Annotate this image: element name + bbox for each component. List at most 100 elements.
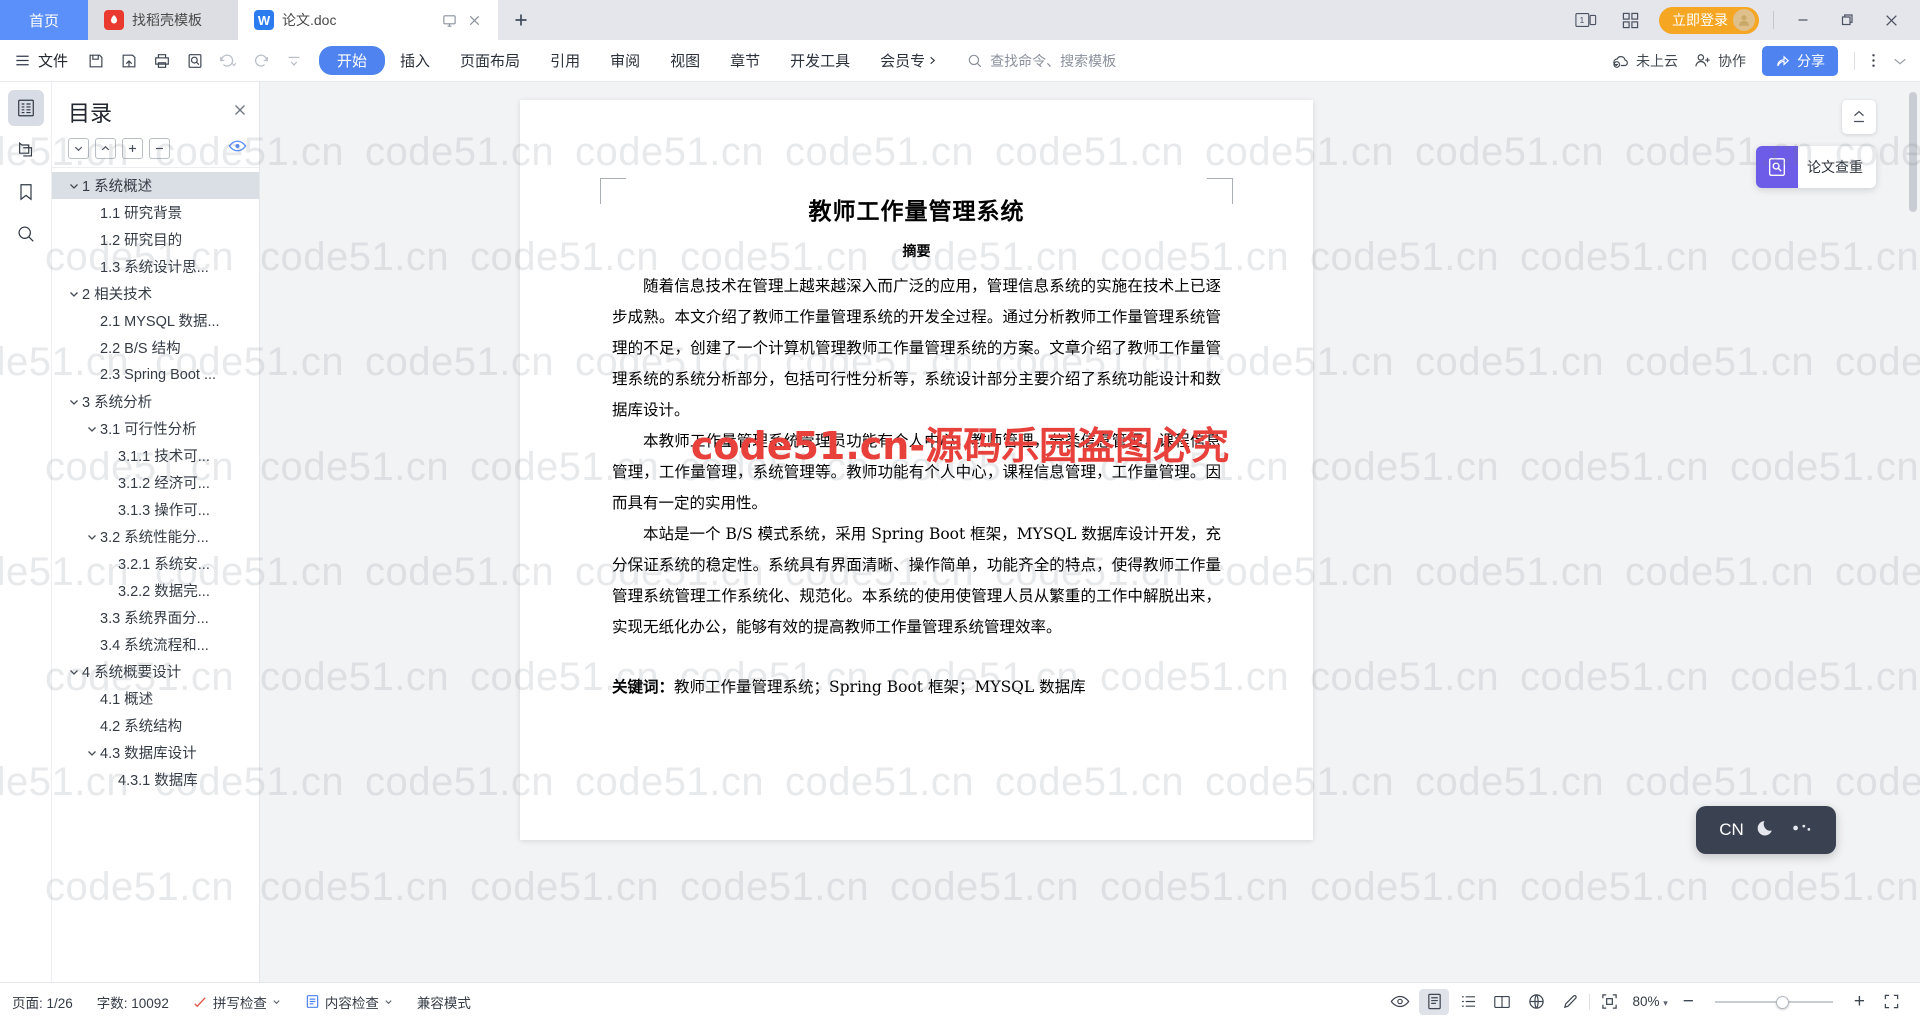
tab-sections[interactable]: 章节 [715, 46, 775, 75]
chevron-down-icon[interactable] [84, 747, 100, 759]
zoom-slider-knob[interactable] [1776, 995, 1790, 1009]
toc-item[interactable]: 3.2.1 系统安... [52, 550, 259, 577]
toc-expand-down-icon[interactable] [68, 138, 89, 159]
toc-item[interactable]: 2.1 MYSQL 数据... [52, 307, 259, 334]
save-as-icon[interactable] [113, 46, 144, 76]
share-button[interactable]: 分享 [1762, 45, 1838, 76]
edit-pen-icon[interactable] [1555, 989, 1585, 1015]
chevron-down-icon[interactable] [84, 531, 100, 543]
tab-docer-template[interactable]: 找稻壳模板 [88, 0, 238, 40]
undo-icon[interactable] [212, 46, 243, 76]
chevron-down-icon[interactable] [66, 288, 82, 300]
maximize-button[interactable] [1832, 5, 1862, 35]
toc-collapse-up-icon[interactable] [95, 138, 116, 159]
toc-item[interactable]: 1.2 研究目的 [52, 226, 259, 253]
grid-view-icon[interactable] [1615, 5, 1645, 35]
collapse-ribbon-button[interactable] [1892, 54, 1908, 68]
chevron-down-icon[interactable] [84, 423, 100, 435]
toc-add-level-icon[interactable] [122, 138, 143, 159]
toc-item[interactable]: 3.3 系统界面分... [52, 604, 259, 631]
spell-check-button[interactable]: 拼写检查 [181, 992, 293, 1012]
tab-page-layout[interactable]: 页面布局 [445, 46, 535, 75]
content-check-button[interactable]: 内容检查 [293, 992, 405, 1012]
search-command-box[interactable]: 查找命令、搜索模板 [967, 51, 1116, 71]
redo-icon[interactable] [245, 46, 276, 76]
toc-item[interactable]: 1.1 研究背景 [52, 199, 259, 226]
file-menu-button[interactable]: 文件 [0, 50, 78, 71]
toc-item[interactable]: 4.3 数据库设计 [52, 739, 259, 766]
fit-page-icon[interactable] [1594, 989, 1624, 1015]
chevron-down-icon[interactable] [66, 180, 82, 192]
save-icon[interactable] [80, 46, 111, 76]
tab-close-icon[interactable] [467, 13, 482, 28]
cloud-status-button[interactable]: 未上云 [1612, 51, 1678, 71]
toc-item[interactable]: 3.1.1 技术可... [52, 442, 259, 469]
print-preview-icon[interactable] [179, 46, 210, 76]
ime-indicator[interactable]: CN [1696, 806, 1836, 854]
page-view-icon[interactable] [1419, 988, 1450, 1015]
toc-close-icon[interactable] [233, 102, 247, 122]
more-options-button[interactable] [1871, 52, 1876, 69]
page-nav-button[interactable] [1842, 100, 1876, 134]
new-tab-button[interactable] [498, 0, 544, 40]
toc-list[interactable]: 1 系统概述 1.1 研究背景 1.2 研究目的 1.3 系统设计思... 2 相关技术… [52, 167, 259, 982]
chevron-down-icon[interactable] [66, 666, 82, 678]
print-icon[interactable] [146, 46, 177, 76]
zoom-slider[interactable] [1714, 995, 1833, 1009]
document-page[interactable]: 教师工作量管理系统 摘要 随着信息技术在管理上越来越深入而广泛的应用，管理信息系… [520, 100, 1313, 840]
tab-home[interactable]: 首页 [0, 0, 88, 40]
multi-screen-icon[interactable]: 1 [1571, 5, 1601, 35]
toc-item[interactable]: 3 系统分析 [52, 388, 259, 415]
rail-bookmark-icon[interactable] [8, 174, 44, 210]
toc-item[interactable]: 3.4 系统流程和... [52, 631, 259, 658]
rail-toc-icon[interactable] [7, 90, 44, 126]
ime-dots-icon[interactable] [1791, 821, 1813, 839]
toc-item[interactable]: 3.1.2 经济可... [52, 469, 259, 496]
tab-developer-tools[interactable]: 开发工具 [775, 46, 865, 75]
vertical-scrollbar[interactable] [1909, 92, 1917, 212]
toc-item[interactable]: 3.1.3 操作可... [52, 496, 259, 523]
chevron-down-icon[interactable] [66, 396, 82, 408]
toc-item[interactable]: 2.3 Spring Boot ... [52, 361, 259, 388]
zoom-level-label[interactable]: 80% ▾ [1628, 994, 1671, 1009]
toc-item[interactable]: 4.2 系统结构 [52, 712, 259, 739]
outline-view-icon[interactable] [1453, 989, 1483, 1015]
tab-review[interactable]: 审阅 [595, 46, 655, 75]
tab-references[interactable]: 引用 [535, 46, 595, 75]
review-eye-icon[interactable] [1385, 989, 1415, 1015]
tab-document[interactable]: W 论文.doc [238, 0, 498, 40]
tab-present-icon[interactable] [442, 13, 457, 28]
toc-item[interactable]: 4 系统概要设计 [52, 658, 259, 685]
tab-start[interactable]: 开始 [319, 46, 386, 75]
document-canvas[interactable]: 教师工作量管理系统 摘要 随着信息技术在管理上越来越深入而广泛的应用，管理信息系… [260, 82, 1920, 982]
toc-item-label: 2 相关技术 [82, 287, 153, 303]
rail-search-icon[interactable] [8, 216, 44, 252]
toc-item[interactable]: 4.3.1 数据库 [52, 766, 259, 793]
tab-vip-exclusive[interactable]: 会员专 [865, 46, 953, 75]
rail-thumbnail-icon[interactable] [8, 132, 44, 168]
toc-eye-icon[interactable] [228, 139, 247, 158]
toc-item[interactable]: 4.1 概述 [52, 685, 259, 712]
close-button[interactable] [1876, 5, 1906, 35]
toc-item[interactable]: 3.2 系统性能分... [52, 523, 259, 550]
moon-icon[interactable] [1757, 817, 1778, 843]
zoom-in-button[interactable]: + [1847, 991, 1872, 1013]
tab-view[interactable]: 视图 [655, 46, 715, 75]
toc-item[interactable]: 3.1 可行性分析 [52, 415, 259, 442]
read-view-icon[interactable] [1487, 989, 1517, 1015]
login-button[interactable]: 立即登录 [1659, 6, 1759, 34]
toc-item[interactable]: 1.3 系统设计思... [52, 253, 259, 280]
toc-item[interactable]: 2 相关技术 [52, 280, 259, 307]
zoom-out-button[interactable]: − [1676, 991, 1701, 1013]
toc-item[interactable]: 3.2.2 数据完... [52, 577, 259, 604]
minimize-button[interactable] [1788, 5, 1818, 35]
fullscreen-icon[interactable] [1876, 989, 1906, 1015]
toc-remove-level-icon[interactable] [149, 138, 170, 159]
collaborate-button[interactable]: 协作 [1694, 51, 1746, 71]
paper-check-card[interactable]: 论文查重 [1756, 146, 1876, 188]
customize-icon[interactable] [278, 46, 309, 76]
toc-item[interactable]: 1 系统概述 [52, 172, 259, 199]
tab-insert[interactable]: 插入 [385, 46, 445, 75]
toc-item[interactable]: 2.2 B/S 结构 [52, 334, 259, 361]
web-view-icon[interactable] [1521, 989, 1551, 1015]
